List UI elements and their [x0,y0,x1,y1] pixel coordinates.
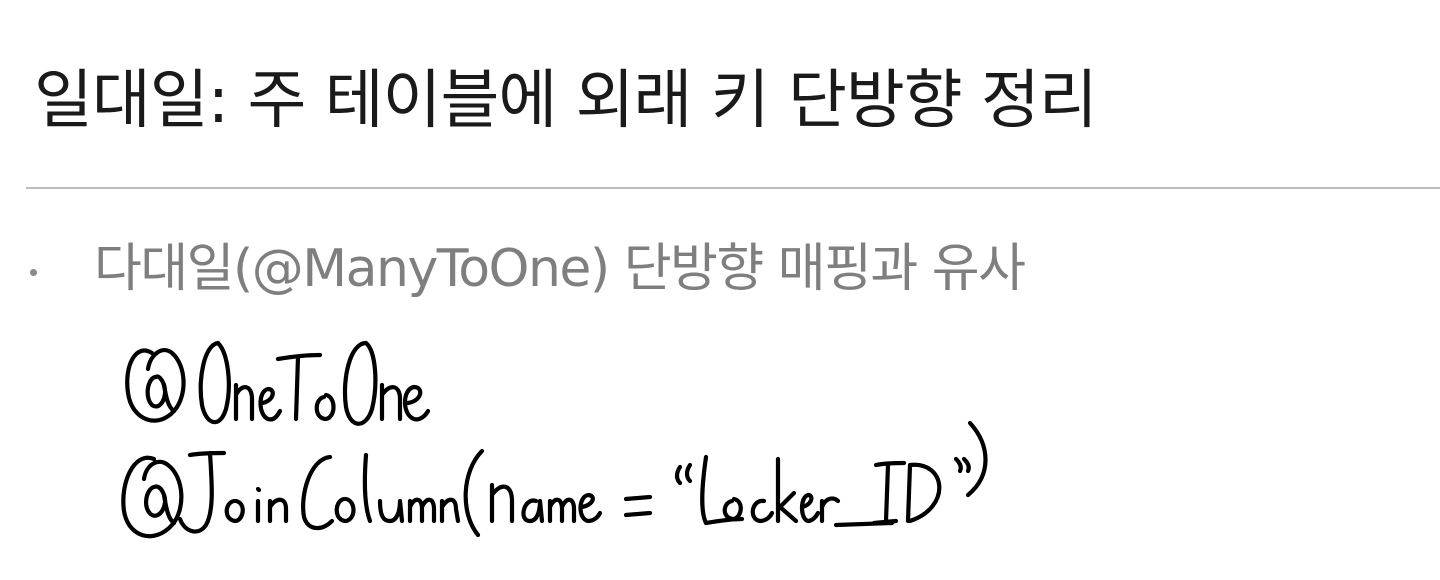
bullet-text: 다대일(@ManyToOne) 단방향 매핑과 유사 [94,239,1026,299]
slide-title: 일대일: 주 테이블에 외래 키 단방향 정리 [34,64,1098,138]
handwritten-annotation [121,340,988,539]
bullet-list: 다대일(@ManyToOne) 단방향 매핑과 유사 [30,238,1026,300]
handwritten-line-join-column [121,420,988,539]
title-divider [26,187,1440,189]
slide: 일대일: 주 테이블에 외래 키 단방향 정리 다대일(@ManyToOne) … [0,0,1440,580]
bullet-item: 다대일(@ManyToOne) 단방향 매핑과 유사 [30,238,1026,300]
handwritten-line-one-to-one [125,340,431,426]
bullet-dot [30,268,37,276]
